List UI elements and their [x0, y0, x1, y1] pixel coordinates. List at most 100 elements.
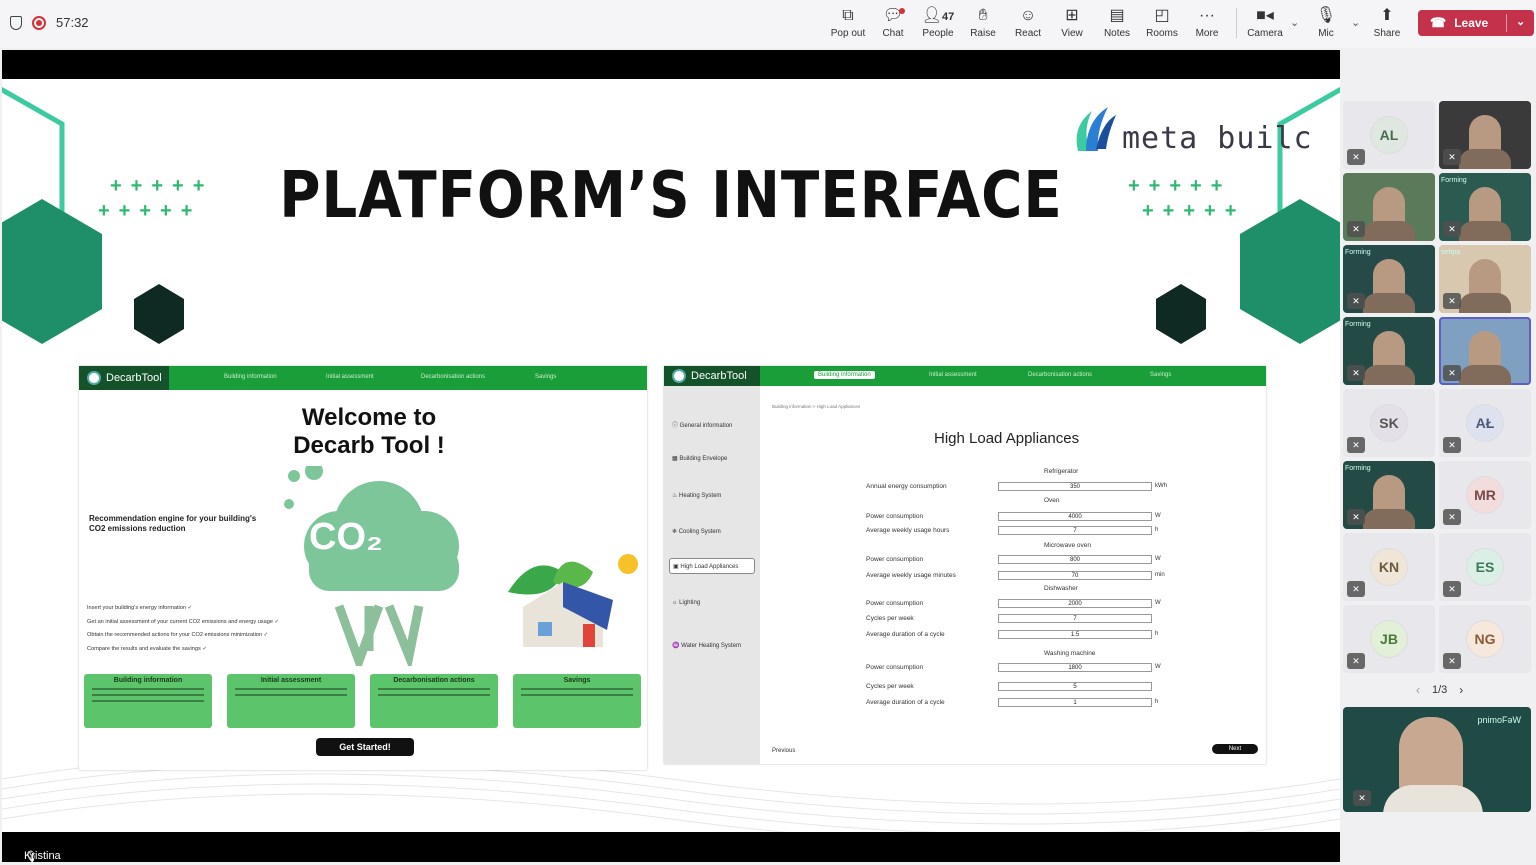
participant-tile[interactable]: NG ✕ — [1439, 605, 1531, 673]
participant-video — [1469, 259, 1501, 299]
appliance-section-title: Oven — [1044, 497, 1060, 504]
mic-off-icon: ✕ — [1443, 509, 1461, 525]
recording-icon — [32, 15, 46, 30]
rooms-button[interactable]: ◰ Rooms — [1140, 6, 1184, 39]
appliance-section-title: Refrigerator — [1044, 468, 1079, 475]
participant-avatar: KN — [1371, 549, 1407, 585]
self-view-tile[interactable]: pnimoFəW ✕ — [1343, 707, 1531, 812]
leave-options-chevron-icon[interactable]: ⌄ — [1516, 15, 1525, 28]
field-unit: h — [1155, 631, 1159, 637]
react-button[interactable]: ☺ React — [1006, 6, 1050, 39]
tagline: Recommendation engine for your building'… — [89, 514, 257, 533]
share-button[interactable]: ⬆ Share — [1365, 6, 1409, 39]
camera-button[interactable]: ■◂ Camera — [1243, 6, 1287, 39]
decarbtool-logo-icon — [672, 369, 686, 383]
sidebar-item-active: ▣ High Load Appliances — [669, 558, 755, 574]
brand-name: meta builc — [1122, 121, 1313, 156]
mic-off-icon: ✕ — [1443, 437, 1461, 453]
shield-icon — [10, 15, 22, 30]
checklist-item: Insert your building's energy informatio… — [87, 605, 193, 611]
raise-hand-button[interactable]: ✋︎ Raise — [961, 6, 1005, 39]
camera-icon: ■◂ — [1256, 7, 1274, 24]
mic-button[interactable]: 🎙︎ Mic — [1304, 6, 1348, 39]
participant-tile[interactable]: Forming ✕ — [1343, 317, 1435, 385]
smiley-icon: ☺ — [1019, 7, 1037, 24]
appliance-section-title: Microwave oven — [1044, 542, 1091, 549]
view-button[interactable]: ⊞ View — [1050, 6, 1094, 39]
step-card: Decarbonisation actions — [370, 674, 498, 728]
chat-button[interactable]: 💬︎ Chat — [871, 6, 915, 39]
participant-video — [1373, 259, 1405, 299]
notes-button[interactable]: ▤ Notes — [1095, 6, 1139, 39]
panel-logo: DecarbTool — [691, 370, 747, 382]
participant-tile[interactable]: JB ✕ — [1343, 605, 1435, 673]
field-label: Power consumption — [866, 556, 924, 563]
appliance-section-title: Dishwasher — [1044, 585, 1078, 592]
mic-off-icon: ✕ — [1347, 653, 1365, 669]
step-card: Initial assessment — [227, 674, 355, 728]
leave-button[interactable]: ☎ Leave ⌄ — [1418, 10, 1534, 36]
mic-off-icon: ✕ — [1353, 790, 1371, 806]
participant-video — [1373, 331, 1405, 371]
participant-tile[interactable]: sehpa ✕ — [1439, 245, 1531, 313]
participant-tile[interactable]: SK ✕ — [1343, 389, 1435, 457]
pop-out-button[interactable]: ⧉ Pop out — [826, 6, 870, 39]
next-button: Next — [1212, 744, 1258, 754]
chevron-left-icon[interactable]: ‹ — [1416, 683, 1420, 697]
meeting-status: 57:32 — [10, 15, 89, 30]
get-started-button: Get Started! — [316, 738, 414, 756]
more-button[interactable]: ··· More — [1185, 6, 1229, 39]
participant-tile[interactable]: AL ✕ — [1343, 101, 1435, 169]
mic-off-icon: ✕ — [1443, 653, 1461, 669]
participant-tile[interactable]: Forming ✕ — [1343, 245, 1435, 313]
field-unit: min — [1155, 572, 1165, 578]
mic-off-icon: ✕ — [1347, 581, 1365, 597]
participant-tile[interactable]: ES ✕ — [1439, 533, 1531, 601]
participant-tile[interactable]: Forming ✕ — [1343, 461, 1435, 529]
grid-icon: ⊞ — [1065, 7, 1079, 24]
field-input: 350 — [998, 482, 1152, 491]
participant-background-label: Forming — [1441, 177, 1467, 184]
mic-off-icon: ✕ — [1443, 293, 1461, 309]
participant-avatar: MR — [1467, 477, 1503, 513]
participant-video — [1373, 187, 1405, 227]
checklist-item: Compare the results and evaluate the sav… — [87, 645, 208, 652]
participant-tile[interactable]: KN ✕ — [1343, 533, 1435, 601]
chevron-right-icon[interactable]: › — [1459, 683, 1463, 697]
appliance-section-title: Washing machine — [1044, 650, 1096, 657]
step-card: Building information — [84, 674, 212, 728]
meeting-timer: 57:32 — [56, 15, 89, 30]
participant-tile[interactable]: Forming ✕ — [1439, 173, 1531, 241]
mic-off-icon: ✕ — [1443, 149, 1461, 165]
field-label: Cycles per week — [866, 615, 914, 622]
nav-item: Savings — [1150, 372, 1172, 378]
participant-tile[interactable]: ✕ — [1439, 317, 1531, 385]
people-icon: 👤︎ — [921, 7, 943, 24]
shared-screen: +++++ +++++ +++++ +++++ PLATFORM’S INTER… — [2, 50, 1340, 862]
field-input: 1800 — [998, 663, 1152, 672]
field-input: 4000 — [998, 512, 1152, 521]
field-label: Power consumption — [866, 664, 924, 671]
unread-dot — [899, 8, 905, 14]
participant-background-label: sehpa — [1441, 249, 1461, 256]
people-button[interactable]: 👤︎47 People — [914, 6, 962, 39]
participant-tile[interactable]: AŁ ✕ — [1439, 389, 1531, 457]
more-icon: ··· — [1199, 7, 1215, 24]
mic-options-chevron-icon[interactable]: ⌄ — [1351, 16, 1360, 29]
participant-tile[interactable]: ✕ — [1439, 101, 1531, 169]
self-view-label: pnimoFəW — [1477, 715, 1521, 725]
participant-avatar: SK — [1371, 405, 1407, 441]
breadcrumb: Building information > High Load Applian… — [772, 404, 861, 409]
nav-item: Savings — [535, 374, 557, 380]
form-heading: High Load Appliances — [934, 430, 1080, 447]
participant-background-label: Forming — [1345, 321, 1371, 328]
participant-tile[interactable]: ✕ — [1343, 173, 1435, 241]
camera-options-chevron-icon[interactable]: ⌄ — [1290, 16, 1299, 29]
field-unit: W — [1155, 513, 1161, 519]
participant-tile[interactable]: MR ✕ — [1439, 461, 1531, 529]
sidebar-item: ♨ Heating System — [672, 493, 722, 499]
participant-avatar: AŁ — [1467, 405, 1503, 441]
mic-off-icon: ✕ — [1347, 149, 1365, 165]
field-label: Power consumption — [866, 513, 924, 520]
nav-item: Decarbonisation actions — [1028, 372, 1093, 378]
